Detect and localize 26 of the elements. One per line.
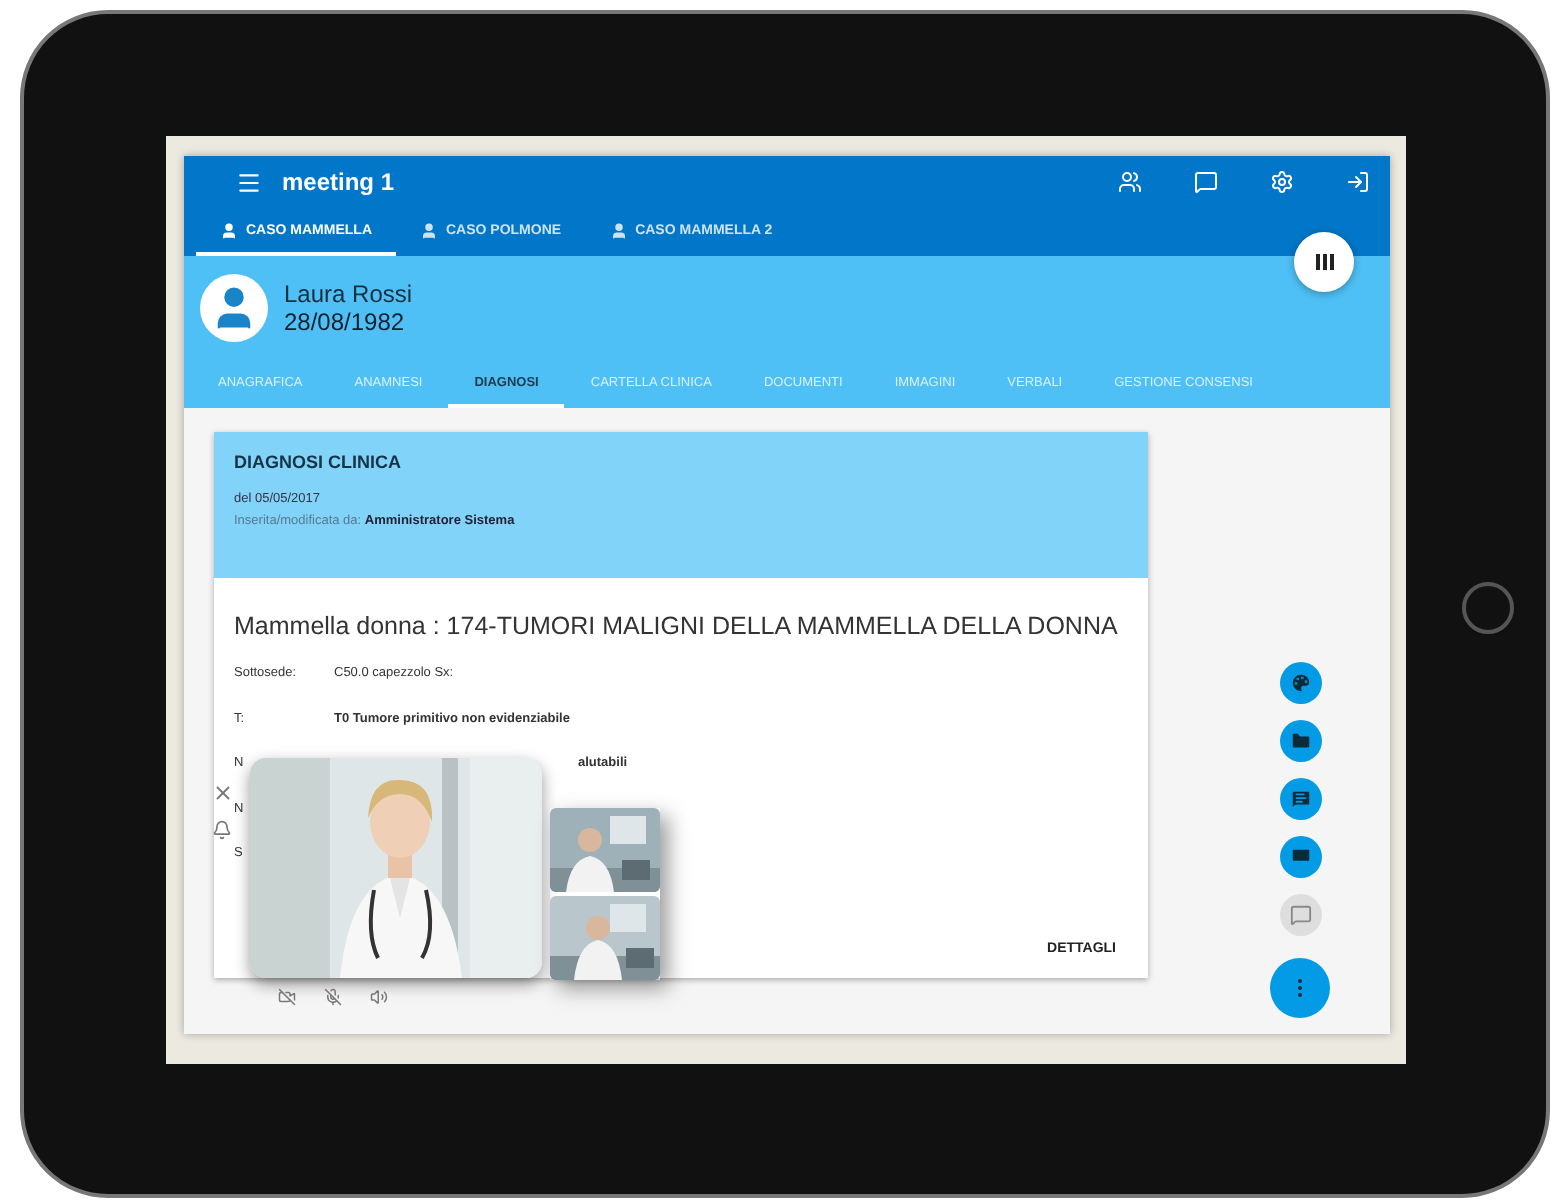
palette-icon[interactable] (1279, 662, 1321, 704)
home-button[interactable] (1462, 582, 1514, 634)
menu-icon[interactable] (236, 169, 262, 195)
close-icon[interactable] (212, 782, 234, 804)
pause-button[interactable] (1294, 232, 1354, 292)
settings-icon[interactable] (1270, 170, 1294, 194)
chat-icon[interactable] (1279, 778, 1321, 820)
person-icon (220, 221, 238, 239)
patient-birth-date: 28/08/1982 (284, 308, 407, 336)
mic-off-icon[interactable] (324, 988, 342, 1006)
screen-icon[interactable] (1279, 836, 1321, 878)
person-icon (420, 221, 438, 239)
pause-icon (1315, 254, 1333, 270)
more-button[interactable] (1270, 958, 1330, 1018)
diagnosis-title: Mammella donna : 174-TUMORI MALIGNI DELLA MAMMELLA DELLA DONNA (234, 610, 1118, 642)
patient-name: Laura Rossi (284, 280, 413, 308)
bell-icon[interactable] (212, 820, 232, 840)
person-icon (609, 221, 628, 239)
people-icon[interactable] (1118, 170, 1142, 194)
avatar-icon (200, 274, 268, 342)
login-icon[interactable] (1346, 170, 1370, 194)
card-title: DIAGNOSI CLINICA (234, 452, 404, 472)
app-title: meeting 1 (282, 168, 397, 196)
speaker-icon[interactable] (370, 988, 388, 1006)
camera-off-icon[interactable] (278, 988, 296, 1006)
folder-icon[interactable] (1279, 720, 1321, 762)
